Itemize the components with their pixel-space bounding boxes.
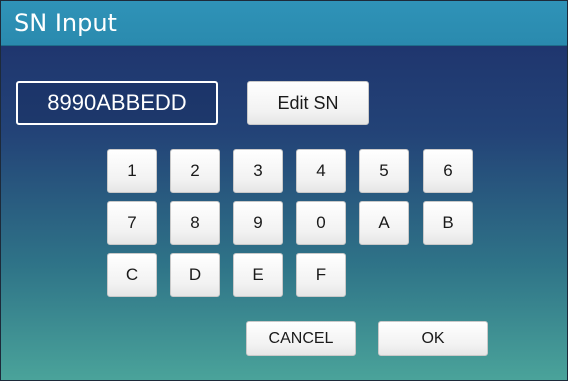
- key-7[interactable]: 7: [107, 201, 157, 245]
- sn-input-dialog: SN Input 8990ABBEDD Edit SN 1 2 3 4 5 6 …: [0, 0, 568, 381]
- key-0[interactable]: 0: [296, 201, 346, 245]
- dialog-title: SN Input: [14, 9, 117, 37]
- key-8[interactable]: 8: [170, 201, 220, 245]
- edit-sn-button[interactable]: Edit SN: [247, 81, 369, 125]
- key-c[interactable]: C: [107, 253, 157, 297]
- sn-value-field[interactable]: 8990ABBEDD: [16, 81, 218, 125]
- title-bar: SN Input: [1, 1, 567, 46]
- key-e[interactable]: E: [233, 253, 283, 297]
- key-2[interactable]: 2: [170, 149, 220, 193]
- key-1[interactable]: 1: [107, 149, 157, 193]
- cancel-button[interactable]: CANCEL: [246, 321, 356, 356]
- key-6[interactable]: 6: [423, 149, 473, 193]
- ok-button[interactable]: OK: [378, 321, 488, 356]
- key-5[interactable]: 5: [359, 149, 409, 193]
- key-b[interactable]: B: [423, 201, 473, 245]
- key-3[interactable]: 3: [233, 149, 283, 193]
- key-9[interactable]: 9: [233, 201, 283, 245]
- key-d[interactable]: D: [170, 253, 220, 297]
- key-4[interactable]: 4: [296, 149, 346, 193]
- key-a[interactable]: A: [359, 201, 409, 245]
- key-f[interactable]: F: [296, 253, 346, 297]
